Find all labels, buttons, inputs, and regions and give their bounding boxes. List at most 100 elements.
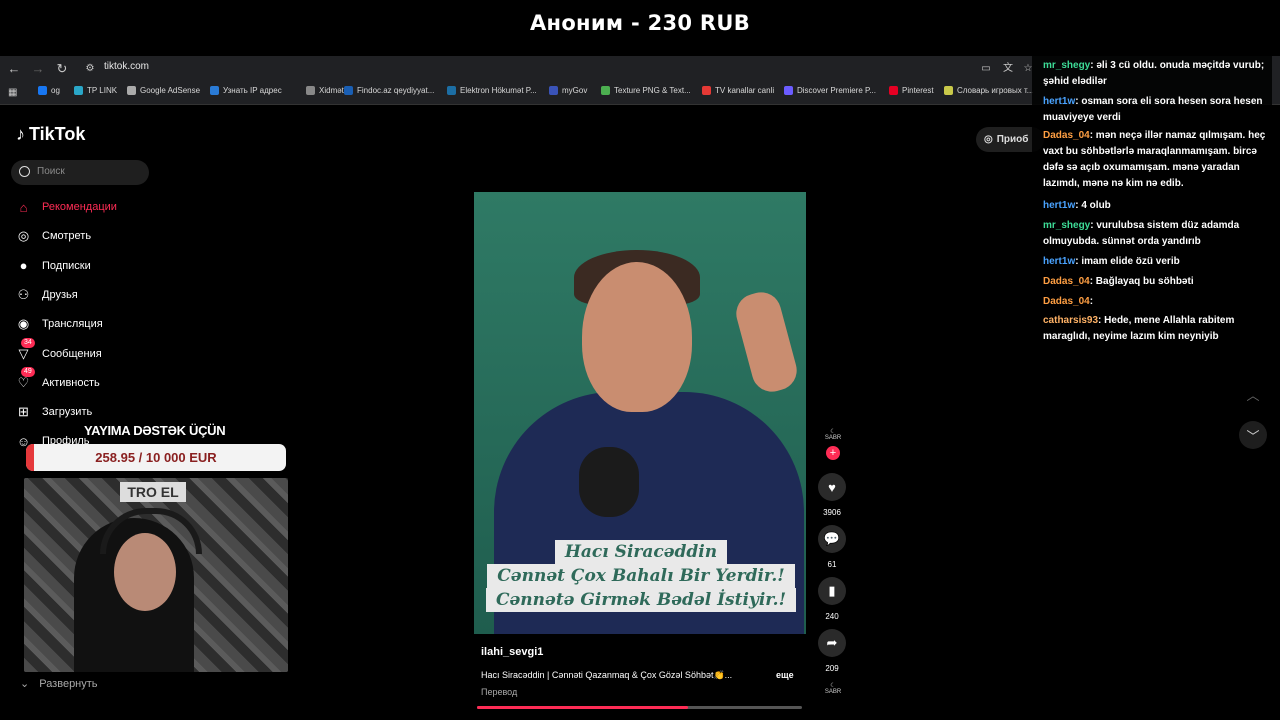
sidebar-item-live[interactable]: ◉ Трансляция xyxy=(14,313,103,335)
chat-text: : 4 olub xyxy=(1075,200,1111,211)
chat-username: mr_shegy xyxy=(1043,60,1091,71)
donation-alert-banner: Аноним - 230 RUB xyxy=(0,0,1280,56)
search-placeholder: Поиск xyxy=(37,166,65,177)
site-info-icon[interactable]: ⚙ xyxy=(80,59,100,79)
chat-username: hert1w xyxy=(1043,96,1076,107)
bookmark-item[interactable]: Pinterest xyxy=(889,86,934,95)
translate-icon[interactable]: 文 xyxy=(998,59,1018,79)
comments-count: 61 xyxy=(827,560,837,569)
bookmark-favicon-icon xyxy=(601,86,610,95)
bookmark-item[interactable]: Discover Premiere P... xyxy=(784,86,876,95)
sidebar-item-label: Активность xyxy=(42,376,100,389)
chat-message: hert1w: osman sora eli sora hesen sora h… xyxy=(1043,94,1267,126)
comment-icon[interactable]: 💬 xyxy=(818,525,846,553)
upload-icon: ⊞ xyxy=(18,404,29,420)
bookmark-item[interactable]: Findoc.az qeydiyyat... xyxy=(344,86,434,95)
previous-video-icon[interactable]: ︿ xyxy=(1239,380,1267,408)
follow-plus-icon[interactable]: + xyxy=(826,446,840,460)
chat-message: catharsis93: Hede, mene Allahla rabitem … xyxy=(1043,313,1267,345)
chat-message: hert1w: 4 olub xyxy=(1043,198,1267,214)
bookmark-item[interactable]: Словарь игровых т... xyxy=(944,86,1033,95)
messages-icon: ▽ 34 xyxy=(14,338,35,363)
url-field[interactable]: tiktok.com xyxy=(104,61,149,72)
bookmark-item[interactable]: Xidmət xyxy=(306,86,344,95)
bookmark-item[interactable]: TP LINK xyxy=(74,86,117,95)
video-username[interactable]: ilahi_sevgi1 xyxy=(481,646,543,658)
share-icon[interactable]: ➦ xyxy=(818,629,846,657)
bookmark-favicon-icon xyxy=(127,86,136,95)
bookmark-label: Findoc.az qeydiyyat... xyxy=(357,86,435,95)
sidebar-item-friends[interactable]: ⚇ Друзья xyxy=(14,284,78,306)
sidebar-item-compass[interactable]: ◎ Смотреть xyxy=(14,225,91,247)
creator-avatar[interactable]: ☾ SABR xyxy=(821,428,845,441)
sidebar-item-following-avatar[interactable]: ● Подписки xyxy=(14,255,91,277)
back-icon[interactable]: ← xyxy=(4,59,24,79)
bookmark-item[interactable]: Google AdSense xyxy=(127,86,200,95)
sidebar-item-home[interactable]: ⌂ Рекомендации xyxy=(14,196,117,218)
donation-goal-title: YAYIMA DƏSTƏK ÜÇÜN xyxy=(84,423,226,438)
live-icon: ◉ xyxy=(17,316,30,332)
sidebar-item-label: Смотреть xyxy=(42,230,92,243)
expand-button[interactable]: ⌄ Развернуть xyxy=(20,677,98,691)
search-input[interactable]: Поиск xyxy=(11,160,149,185)
bookmark-label: myGov xyxy=(562,86,588,95)
chevron-down-icon: ⌄ xyxy=(20,678,30,690)
bookmark-label: Elektron Hökumət P... xyxy=(460,86,537,95)
bookmark-item[interactable]: Узнать IP адрес xyxy=(210,86,282,95)
chat-username: catharsis93 xyxy=(1043,315,1099,326)
activity-icon: ♡ 49 xyxy=(14,367,35,392)
bookmark-item[interactable]: og xyxy=(38,86,60,95)
sidebar-item-activity[interactable]: ♡ 49 Активность xyxy=(14,367,100,394)
bookmark-favicon-icon xyxy=(74,86,83,95)
sidebar-item-messages[interactable]: ▽ 34 Сообщения xyxy=(14,338,102,365)
video-progress-fill xyxy=(477,706,689,709)
video-description: Hacı Siracəddin | Cənnəti Qazanmaq & Çox… xyxy=(481,670,733,680)
chat-username: Dadas_04 xyxy=(1043,276,1090,287)
bookmark-icon[interactable]: ▮ xyxy=(818,577,846,605)
tiktok-note-icon: ♪ xyxy=(16,124,25,144)
bookmark-label: Узнать IP адрес xyxy=(223,86,282,95)
sidebar-item-label: Загрузить xyxy=(42,406,93,419)
chat-message: mr_shegy: vurulubsa sistem düz adamda ol… xyxy=(1043,218,1267,250)
bookmark-label: Xidmət xyxy=(319,86,344,95)
bookmark-item[interactable]: myGov xyxy=(549,86,587,95)
forward-icon[interactable]: → xyxy=(28,59,48,79)
chat-username: Dadas_04 xyxy=(1043,296,1090,307)
bookmark-favicon-icon xyxy=(549,86,558,95)
following-avatar-icon: ● xyxy=(19,258,28,274)
bookmark-favicon-icon xyxy=(38,86,47,95)
description-more-link[interactable]: еще xyxy=(776,670,794,680)
bookmark-label: Discover Premiere P... xyxy=(797,86,876,95)
reload-icon[interactable]: ↻ xyxy=(52,59,72,79)
next-video-icon[interactable]: ﹀ xyxy=(1239,421,1267,449)
likes-count: 3906 xyxy=(823,508,841,517)
sidebar-item-label: Сообщения xyxy=(42,347,102,360)
bookmark-label: Pinterest xyxy=(902,86,934,95)
chat-message: hert1w: imam elide özü verib xyxy=(1043,254,1267,270)
friends-icon: ⚇ xyxy=(17,286,30,302)
microphone-image xyxy=(579,447,639,517)
install-app-icon[interactable]: ▭ xyxy=(976,59,996,79)
saves-count: 240 xyxy=(825,612,839,621)
tiktok-logo[interactable]: ♪ TikTok xyxy=(16,124,85,145)
bookmark-item[interactable]: Elektron Hökumət P... xyxy=(447,86,537,95)
apps-grid-icon[interactable]: ▦ xyxy=(8,87,17,98)
bookmark-item[interactable]: Texture PNG & Text... xyxy=(601,86,691,95)
bookmark-item[interactable]: TV kanallar canli xyxy=(702,86,774,95)
donation-alert-text: Аноним - 230 RUB xyxy=(529,11,751,35)
video-caption-overlay: Hacı Siracəddin Cənnət Çox Bahalı Bir Ye… xyxy=(476,540,806,612)
sound-avatar[interactable]: ☾ SABR xyxy=(821,682,845,695)
notification-badge: 34 xyxy=(21,338,35,348)
sidebar-item-label: Подписки xyxy=(42,259,91,272)
chat-text: : osman sora eli sora hesen sora hesen m… xyxy=(1043,96,1263,123)
bookmark-favicon-icon xyxy=(344,86,353,95)
video-progress-bar[interactable] xyxy=(477,706,802,709)
bookmark-label: Google AdSense xyxy=(140,86,201,95)
tiktok-logo-text: TikTok xyxy=(29,124,86,144)
sidebar-item-upload[interactable]: ⊞ Загрузить xyxy=(14,401,92,423)
translate-link[interactable]: Перевод xyxy=(481,687,517,697)
shares-count: 209 xyxy=(825,664,839,673)
search-icon xyxy=(19,166,30,177)
wall-sign: TRO EL xyxy=(120,482,186,502)
like-icon[interactable]: ♥ xyxy=(818,473,846,501)
